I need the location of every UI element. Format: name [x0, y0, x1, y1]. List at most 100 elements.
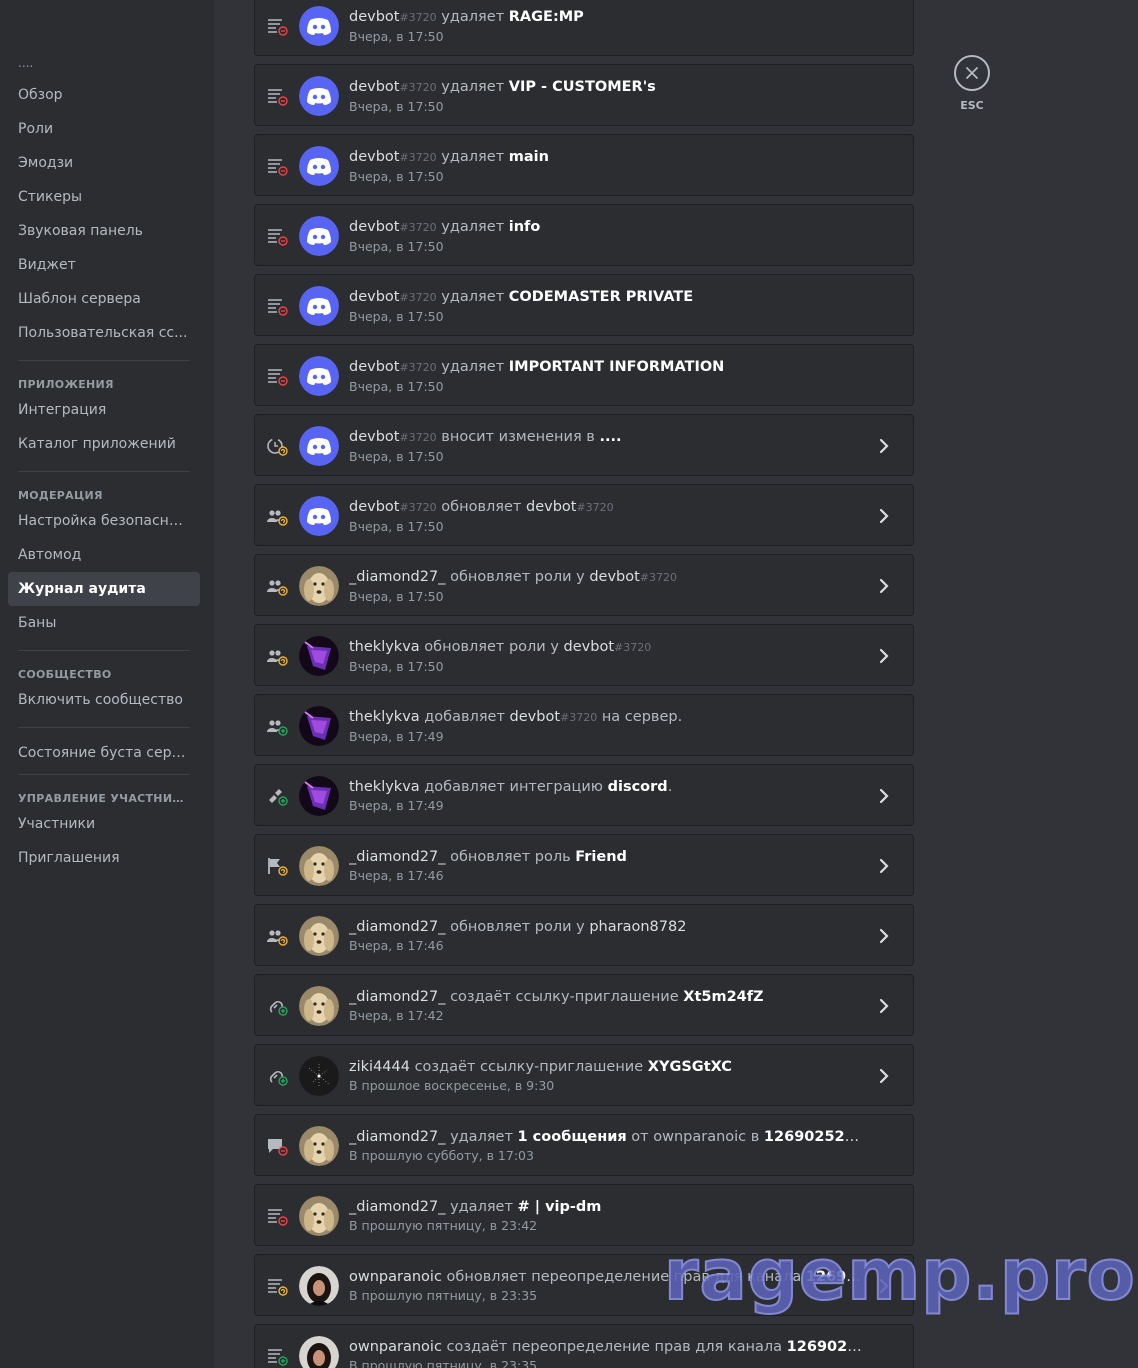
avatar [299, 1196, 339, 1236]
audit-log-entry[interactable]: ownparanoic обновляет переопределение пр… [254, 1254, 914, 1316]
sidebar-divider [18, 774, 190, 775]
audit-log-entry[interactable]: ziki4444 создаёт ссылку-приглашение XYGS… [254, 1044, 914, 1106]
discord-logo-icon [299, 356, 339, 396]
sidebar-item-top_items-5[interactable]: Виджет [8, 248, 200, 282]
sidebar-item-top_items-2[interactable]: Эмодзи [8, 146, 200, 180]
purple-avatar-icon [299, 776, 339, 816]
channel-delete-icon [268, 1209, 288, 1226]
sidebar-item-moderation_items-2[interactable]: Журнал аудита [8, 572, 200, 606]
sidebar-item-community_items-0[interactable]: Включить сообщество [8, 683, 200, 717]
sidebar-header-moderation: МОДЕРАЦИЯ [18, 489, 103, 502]
entry-target-user: devbot [563, 639, 614, 655]
avatar [299, 426, 339, 466]
audit-log-entry: devbot#3720 удаляет info Вчера, в 17:50 [254, 204, 914, 266]
sidebar-item-members_items-0[interactable]: Участники [8, 807, 200, 841]
audit-log-entry[interactable]: devbot#3720 обновляет devbot#3720 Вчера,… [254, 484, 914, 546]
audit-log-entry: devbot#3720 удаляет RAGE:MP Вчера, в 17:… [254, 0, 914, 56]
entry-target: Xt5m24fZ [683, 989, 764, 1005]
audit-log-entry[interactable]: theklykva обновляет роли у devbot#3720 В… [254, 624, 914, 686]
entry-title: _diamond27_ обновляет роли у pharaon8782 [349, 917, 863, 937]
purple-avatar-icon [299, 636, 339, 676]
entry-action: удаляет [450, 1199, 513, 1215]
entry-title: devbot#3720 удаляет CODEMASTER PRIVATE [349, 287, 863, 308]
entry-user-discriminator: #3720 [399, 221, 437, 234]
sidebar-item-top_items-6[interactable]: Шаблон сервера [8, 282, 200, 316]
sidebar-item-top_items-7[interactable]: Пользовательская сс... [8, 316, 200, 350]
sidebar-item-boost-status[interactable]: Состояние буста сервера [8, 736, 200, 770]
sidebar-item-apps_items-0[interactable]: Интеграция [8, 393, 200, 427]
entry-user: devbot [349, 219, 400, 235]
entry-target: 126902524... [805, 1269, 863, 1285]
entry-action: обновляет роль [450, 849, 571, 865]
close-button[interactable] [954, 55, 990, 91]
chevron-right-icon[interactable] [877, 507, 891, 525]
avatar [299, 916, 339, 956]
sidebar-item-top_items-4[interactable]: Звуковая панель [8, 214, 200, 248]
chevron-right-icon[interactable] [877, 647, 891, 665]
member-update-icon [267, 510, 288, 526]
chevron-right-icon[interactable] [877, 997, 891, 1015]
chevron-right-icon[interactable] [877, 1067, 891, 1085]
entry-title: devbot#3720 удаляет VIP - CUSTOMER's [349, 77, 863, 98]
sidebar-item-members_items-1[interactable]: Приглашения [8, 841, 200, 875]
entry-timestamp: Вчера, в 17:50 [349, 519, 444, 534]
entry-timestamp: В прошлое воскресенье, в 9:30 [349, 1078, 555, 1093]
entry-target: discord [607, 779, 668, 795]
sidebar-item-top_items-1[interactable]: Роли [8, 112, 200, 146]
audit-log-entry[interactable]: _diamond27_ обновляет роли у devbot#3720… [254, 554, 914, 616]
sidebar-header-apps: ПРИЛОЖЕНИЯ [18, 378, 114, 391]
chevron-right-icon[interactable] [877, 577, 891, 595]
dog-avatar-icon [299, 566, 339, 606]
purple-avatar-icon [299, 706, 339, 746]
entry-timestamp: Вчера, в 17:50 [349, 309, 444, 324]
entry-user-discriminator: #3720 [399, 501, 437, 514]
entry-title: devbot#3720 удаляет RAGE:MP [349, 7, 863, 28]
sidebar-item-apps_items-1[interactable]: Каталог приложений [8, 427, 200, 461]
entry-user-discriminator: #3720 [399, 291, 437, 304]
chevron-right-icon[interactable] [877, 1277, 891, 1295]
chevron-right-icon[interactable] [877, 787, 891, 805]
entry-action: создаёт ссылку-приглашение [450, 989, 679, 1005]
entry-title: theklykva добавляет devbot#3720 на серве… [349, 707, 863, 728]
avatar [299, 1266, 339, 1306]
entry-title: _diamond27_ обновляет роли у devbot#3720 [349, 567, 863, 588]
audit-log-entry[interactable]: devbot#3720 вносит изменения в .... Вчер… [254, 414, 914, 476]
avatar [299, 356, 339, 396]
entry-timestamp: Вчера, в 17:49 [349, 798, 444, 813]
sidebar-item-top_items-0[interactable]: Обзор [8, 78, 200, 112]
sidebar-item-moderation_items-1[interactable]: Автомод [8, 538, 200, 572]
chevron-right-icon[interactable] [877, 437, 891, 455]
invite-create-icon [269, 1070, 288, 1086]
entry-title: ziki4444 создаёт ссылку-приглашение XYGS… [349, 1057, 863, 1077]
overwrite-update-icon [268, 1279, 288, 1296]
audit-log-entry[interactable]: _diamond27_ обновляет роль Friend Вчера,… [254, 834, 914, 896]
entry-user: theklykva [349, 779, 420, 795]
avatar [299, 496, 339, 536]
discord-logo-icon [299, 146, 339, 186]
chevron-right-icon[interactable] [877, 857, 891, 875]
avatar [299, 1056, 339, 1096]
entry-target-user: pharaon8782 [589, 919, 687, 935]
avatar [299, 636, 339, 676]
discord-logo-icon [299, 426, 339, 466]
sidebar-item-moderation_items-0[interactable]: Настройка безопасно... [8, 504, 200, 538]
audit-log-entry[interactable]: theklykva добавляет интеграцию discord. … [254, 764, 914, 826]
close-settings[interactable]: ESC [953, 55, 991, 112]
entry-target-user: devbot [509, 709, 560, 725]
chevron-right-icon[interactable] [877, 927, 891, 945]
entry-user: devbot [349, 79, 400, 95]
sidebar-item-top_items-3[interactable]: Стикеры [8, 180, 200, 214]
entry-action: удаляет [441, 359, 505, 375]
audit-log-entry[interactable]: _diamond27_ создаёт ссылку-приглашение X… [254, 974, 914, 1036]
audit-log-list: devbot#3720 удаляет RAGE:MP Вчера, в 17:… [254, 0, 914, 1368]
dog-avatar-icon [299, 986, 339, 1026]
entry-target-discriminator: #3720 [639, 571, 678, 584]
entry-title: ownparanoic обновляет переопределение пр… [349, 1267, 863, 1287]
audit-log-entry: devbot#3720 удаляет IMPORTANT INFORMATIO… [254, 344, 914, 406]
avatar [299, 846, 339, 886]
entry-user: devbot [349, 429, 400, 445]
entry-user: devbot [349, 149, 400, 165]
sidebar-item-moderation_items-3[interactable]: Баны [8, 606, 200, 640]
audit-log-entry[interactable]: _diamond27_ обновляет роли у pharaon8782… [254, 904, 914, 966]
entry-user: devbot [349, 359, 400, 375]
